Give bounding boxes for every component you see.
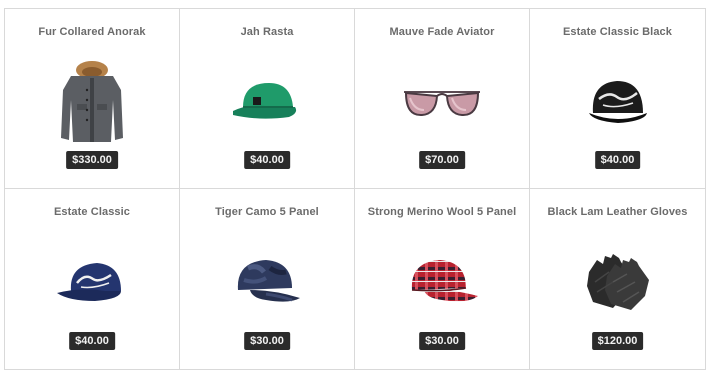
price-badge: $120.00 [591,332,644,350]
product-title[interactable]: Jah Rasta [180,26,354,38]
product-card[interactable]: Tiger Camo 5 Panel $30.00 [180,189,355,369]
product-title[interactable]: Mauve Fade Aviator [355,26,529,38]
price-badge: $330.00 [66,151,118,169]
product-grid: Fur Collared Anorak $330.00 Jah Rasta $4… [4,8,706,370]
product-card[interactable]: Strong Merino Wool 5 Panel $30.00 [355,189,530,369]
product-title[interactable]: Strong Merino Wool 5 Panel [355,206,529,218]
product-card[interactable]: Jah Rasta $40.00 [180,9,355,189]
anorak-jacket-icon[interactable] [37,57,147,147]
product-title[interactable]: Fur Collared Anorak [5,26,179,38]
plaid-cap-icon[interactable] [387,237,497,327]
price-badge: $40.00 [69,332,115,350]
leather-gloves-icon[interactable] [563,237,673,327]
product-card[interactable]: Fur Collared Anorak $330.00 [5,9,180,189]
product-card[interactable]: Estate Classic $40.00 [5,189,180,369]
sunglasses-icon[interactable] [387,57,497,147]
product-card[interactable]: Black Lam Leather Gloves $120.00 [530,189,705,369]
price-badge: $70.00 [419,151,465,169]
product-title[interactable]: Tiger Camo 5 Panel [180,206,354,218]
black-cap-icon[interactable] [563,57,673,147]
price-badge: $40.00 [594,151,641,169]
product-title[interactable]: Black Lam Leather Gloves [530,206,705,218]
camo-cap-icon[interactable] [212,237,322,327]
product-title[interactable]: Estate Classic [5,206,179,218]
product-card[interactable]: Estate Classic Black $40.00 [530,9,705,189]
green-cap-icon[interactable] [212,57,322,147]
product-title[interactable]: Estate Classic Black [530,26,705,38]
blue-cap-icon[interactable] [37,237,147,327]
price-badge: $30.00 [244,332,290,350]
price-badge: $30.00 [419,332,465,350]
product-card[interactable]: Mauve Fade Aviator $70.00 [355,9,530,189]
price-badge: $40.00 [244,151,290,169]
